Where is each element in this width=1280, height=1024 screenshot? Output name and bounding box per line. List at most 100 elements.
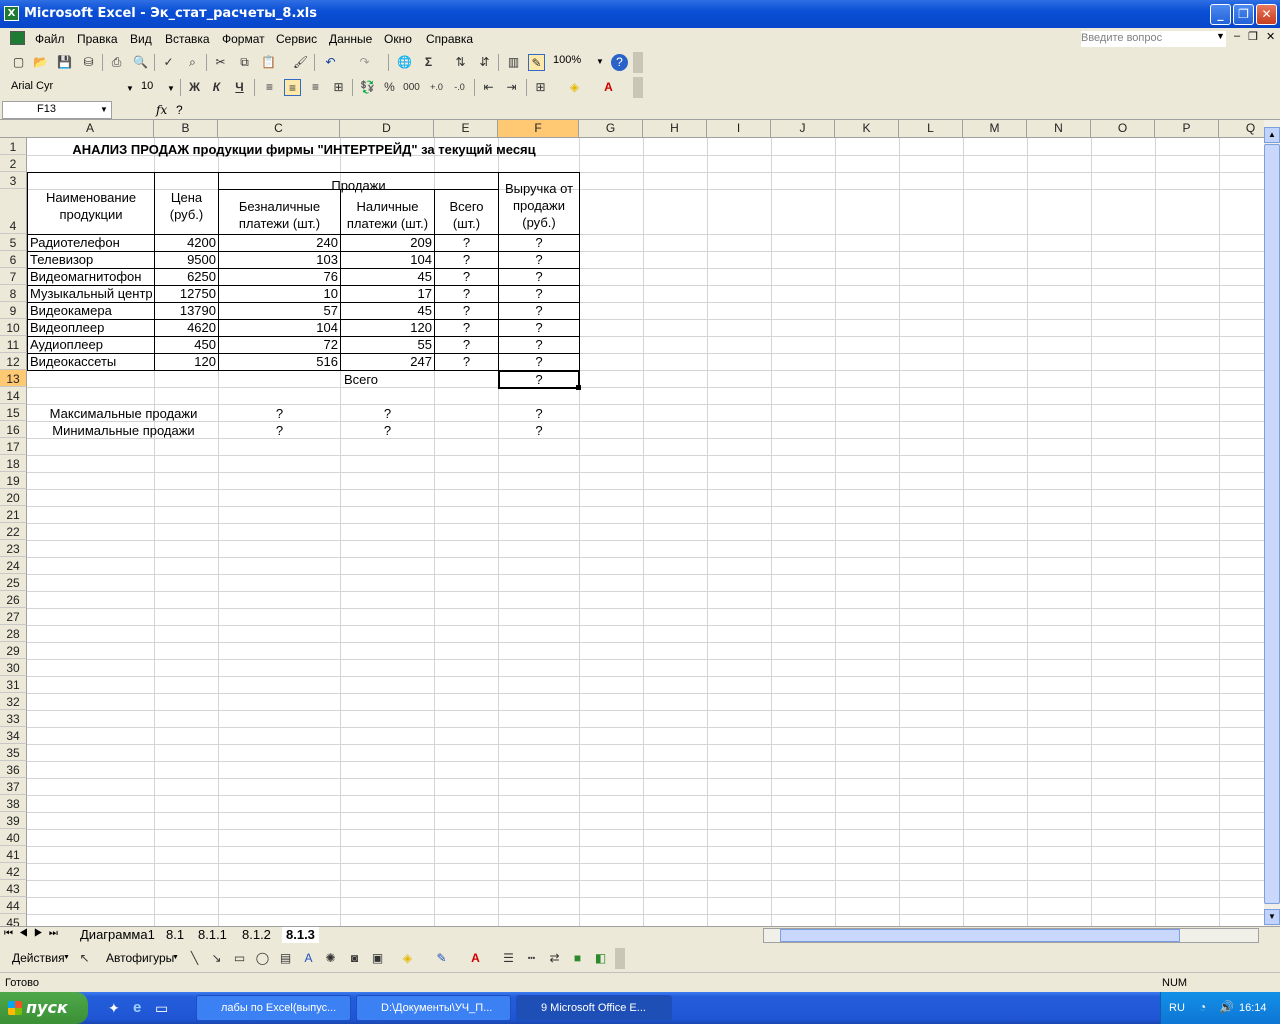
select-all-corner[interactable] (0, 120, 28, 138)
toolbar-options-icon[interactable] (633, 77, 643, 98)
product-total[interactable]: ? (435, 234, 498, 251)
row-header[interactable]: 26 (0, 591, 27, 608)
row-header[interactable]: 18 (0, 455, 27, 472)
row-header[interactable]: 28 (0, 625, 27, 642)
row-header[interactable]: 2 (0, 155, 27, 172)
chevron-down-icon[interactable]: ▼ (126, 84, 134, 93)
vertical-scrollbar[interactable]: ▲ ▼ (1264, 120, 1280, 926)
product-total[interactable]: ? (435, 268, 498, 285)
row-header[interactable]: 42 (0, 863, 27, 880)
product-name[interactable]: Видеокамера (28, 302, 154, 319)
product-revenue[interactable]: ? (499, 336, 579, 353)
decrease-decimal-icon[interactable]: -.0 (451, 79, 468, 96)
product-total[interactable]: ? (435, 336, 498, 353)
row-header[interactable]: 23 (0, 540, 27, 557)
textbox-icon[interactable]: ▤ (277, 950, 294, 967)
row-header[interactable]: 7 (0, 268, 27, 285)
doc-minimize-button[interactable]: – (1234, 30, 1240, 42)
row-header[interactable]: 27 (0, 608, 27, 625)
redo-icon[interactable]: ↷ (356, 54, 373, 71)
product-total[interactable]: ? (435, 302, 498, 319)
task-word[interactable]: лабы по Excel(выпус... (196, 995, 351, 1021)
task-folder[interactable]: D:\Документы\УЧ_П... (356, 995, 511, 1021)
tab-8-1-1[interactable]: 8.1.1 (198, 927, 227, 943)
minimize-button[interactable]: _ (1210, 4, 1231, 25)
product-name[interactable]: Видеомагнитофон (28, 268, 154, 285)
align-center-icon[interactable]: ≡ (284, 79, 301, 96)
print-preview-icon[interactable]: 🔍 (132, 54, 149, 71)
row-header[interactable]: 19 (0, 472, 27, 489)
chevron-down-icon[interactable]: ▼ (100, 105, 108, 114)
italic-button[interactable]: К (208, 79, 225, 96)
line-style-icon[interactable]: ☰ (500, 950, 517, 967)
hscroll-thumb[interactable] (780, 929, 1180, 942)
menu-tools[interactable]: Сервис (276, 32, 317, 46)
row-header[interactable]: 40 (0, 829, 27, 846)
desktop-icon[interactable]: ▭ (155, 1000, 168, 1017)
product-price[interactable]: 120 (155, 353, 218, 370)
cut-icon[interactable]: ✂ (212, 54, 229, 71)
menu-insert[interactable]: Вставка (165, 32, 210, 46)
3d-icon[interactable]: ◧ (592, 950, 609, 967)
close-button[interactable]: ✕ (1256, 4, 1277, 25)
arrow-icon[interactable]: ↘ (208, 950, 225, 967)
selected-cell[interactable] (498, 370, 580, 389)
doc-restore-button[interactable]: ❐ (1248, 30, 1258, 43)
column-header[interactable]: N (1027, 120, 1091, 138)
format-painter-icon[interactable]: 🖌 (292, 54, 309, 71)
column-header[interactable]: K (835, 120, 899, 138)
column-header[interactable]: E (434, 120, 498, 138)
toolbar-options-icon[interactable] (633, 52, 643, 73)
task-excel[interactable]: 9 Microsoft Office E... (516, 995, 672, 1021)
product-price[interactable]: 13790 (155, 302, 218, 319)
min-cashless[interactable]: ? (219, 422, 340, 439)
tab-scroll-icon[interactable]: ⏮◀▶⏭ (4, 928, 64, 939)
start-button[interactable]: пуск (0, 992, 88, 1024)
row-header[interactable]: 35 (0, 744, 27, 761)
product-name[interactable]: Телевизор (28, 251, 154, 268)
row-header[interactable]: 17 (0, 438, 27, 455)
row-header[interactable]: 10 (0, 319, 27, 336)
diagram-icon[interactable]: ✺ (322, 950, 339, 967)
quicklaunch-tool-icon[interactable]: ✦ (108, 1000, 120, 1017)
menu-help[interactable]: Справка (426, 32, 473, 46)
max-revenue[interactable]: ? (499, 405, 579, 422)
font-name-select[interactable]: Arial Cyr (8, 79, 134, 97)
row-header[interactable]: 15 (0, 404, 27, 421)
tab-8-1-2[interactable]: 8.1.2 (242, 927, 271, 943)
chevron-down-icon[interactable]: ▼ (63, 954, 70, 961)
row-header[interactable]: 39 (0, 812, 27, 829)
menu-format[interactable]: Формат (222, 32, 265, 46)
new-icon[interactable]: ▢ (10, 54, 27, 71)
product-revenue[interactable]: ? (499, 319, 579, 336)
row-header[interactable]: 24 (0, 557, 27, 574)
insert-function-icon[interactable]: fx (156, 103, 167, 117)
print-icon[interactable]: ⎙ (108, 54, 125, 71)
shadow-icon[interactable]: ■ (569, 950, 586, 967)
product-cashless[interactable]: 516 (219, 353, 340, 370)
fill-color-icon[interactable]: ◈ (566, 79, 583, 96)
wordart-icon[interactable]: A (300, 950, 317, 967)
product-price[interactable]: 6250 (155, 268, 218, 285)
drawing-icon[interactable]: ✎ (528, 54, 545, 71)
product-revenue[interactable]: ? (499, 268, 579, 285)
column-header[interactable]: D (340, 120, 434, 138)
row-header[interactable]: 38 (0, 795, 27, 812)
row-header[interactable]: 30 (0, 659, 27, 676)
row-header[interactable]: 36 (0, 761, 27, 778)
line-color-icon[interactable]: ✎ (433, 950, 450, 967)
doc-close-button[interactable]: ✕ (1266, 30, 1275, 43)
product-name[interactable]: Музыкальный центр (28, 285, 154, 302)
hyperlink-icon[interactable]: 🌐 (396, 54, 413, 71)
product-cash[interactable]: 209 (341, 234, 434, 251)
row-header[interactable]: 8 (0, 285, 27, 302)
row-header[interactable]: 20 (0, 489, 27, 506)
align-left-icon[interactable]: ≡ (261, 79, 278, 96)
merge-center-icon[interactable]: ⊞ (330, 79, 347, 96)
product-cashless[interactable]: 76 (219, 268, 340, 285)
copy-icon[interactable]: ⧉ (236, 54, 253, 71)
product-revenue[interactable]: ? (499, 251, 579, 268)
column-header[interactable]: G (579, 120, 643, 138)
row-header[interactable]: 5 (0, 234, 27, 251)
product-total[interactable]: ? (435, 285, 498, 302)
